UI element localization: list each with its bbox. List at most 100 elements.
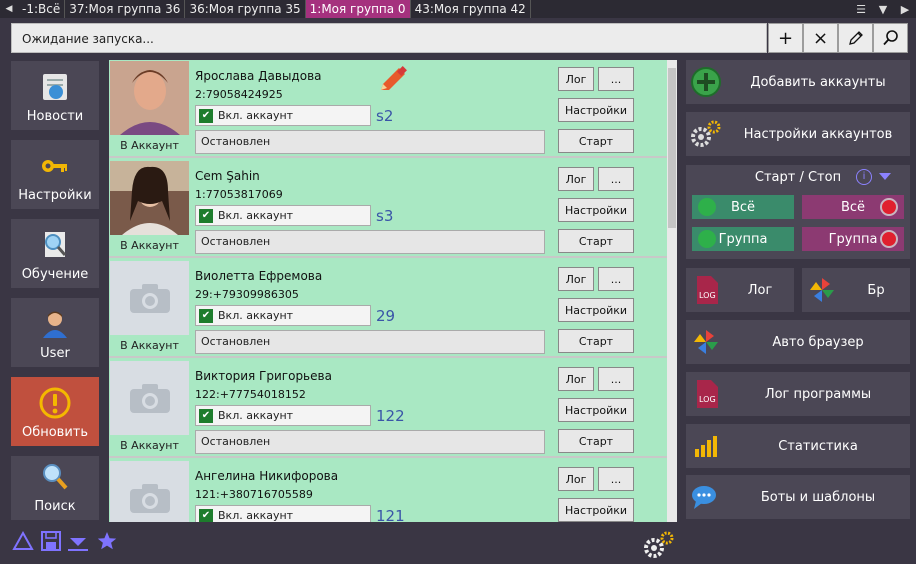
magnifier-doc-icon [39, 229, 71, 261]
tab-bar: ◀ -1:Всё 37:Моя группа 36 36:Моя группа … [0, 0, 916, 18]
nav-user-label: User [40, 346, 70, 361]
more-button[interactable]: ... [598, 467, 634, 491]
caret-down-icon[interactable] [879, 173, 891, 180]
account-group: 121 [376, 507, 405, 522]
nav-update[interactable]: Обновить [11, 377, 99, 446]
pinwheel-icon [802, 276, 842, 304]
program-log-button[interactable]: LOG Лог программы [686, 372, 910, 416]
account-settings-button[interactable]: Настройки [558, 398, 634, 422]
triangle-icon[interactable] [12, 530, 34, 552]
log-panel-button[interactable]: LOG Лог [686, 268, 794, 312]
log-button[interactable]: Лог [558, 467, 594, 491]
pencil-icon [848, 31, 863, 45]
enable-account-checkbox[interactable]: ✔ Вкл. аккаунт [195, 105, 371, 126]
tab-all[interactable]: -1:Всё [18, 0, 66, 18]
clear-button[interactable]: × [803, 23, 838, 53]
account-settings-button[interactable]: Настройки [558, 198, 634, 222]
statistics-button[interactable]: Статистика [686, 424, 910, 468]
log-button[interactable]: Лог [558, 67, 594, 91]
tab-menu-icon[interactable]: ☰ [850, 3, 872, 16]
auto-browser-button[interactable]: Авто браузер [686, 320, 910, 364]
account-row: Ангелина Никифорова 121:+380716705589 ✔ В… [109, 460, 667, 522]
browser-button[interactable]: Бр [802, 268, 910, 312]
nav-learning[interactable]: Обучение [11, 219, 99, 288]
avatar [110, 261, 189, 335]
tab-scroll-right-icon[interactable]: ▶ [894, 3, 916, 16]
tab-group-42[interactable]: 43:Моя группа 42 [411, 0, 531, 18]
log-button[interactable]: Лог [558, 167, 594, 191]
more-button[interactable]: ... [598, 167, 634, 191]
add-button[interactable]: + [768, 23, 803, 53]
nav-settings[interactable]: Настройки [11, 140, 99, 209]
bar-chart-icon [686, 433, 726, 459]
user-icon [39, 308, 71, 340]
account-name: Ярослава Давыдова [195, 69, 322, 83]
log-button[interactable]: Лог [558, 367, 594, 391]
log-file-icon: LOG [686, 274, 726, 306]
info-icon[interactable]: i [856, 169, 872, 185]
nav-learning-label: Обучение [21, 267, 89, 282]
tab-scroll-left-icon[interactable]: ◀ [0, 4, 18, 14]
start-group-button[interactable]: Группа [692, 227, 794, 251]
save-icon[interactable] [40, 530, 62, 552]
add-accounts-button[interactable]: Добавить аккаунты [686, 60, 910, 104]
scrollbar-thumb[interactable] [668, 68, 676, 228]
nav-news[interactable]: Новости [11, 61, 99, 130]
account-group: 29 [376, 307, 396, 325]
search-button[interactable] [873, 23, 908, 53]
chat-bubbles-icon [686, 483, 726, 511]
start-button[interactable]: Старт [558, 329, 634, 353]
close-icon: × [812, 27, 829, 49]
in-account-button[interactable]: В Аккаунт [110, 336, 189, 356]
nav-search[interactable]: Поиск [11, 456, 99, 520]
stop-group-button[interactable]: Группа [802, 227, 904, 251]
account-phone: 2:79058424925 [195, 88, 283, 101]
account-group: 122 [376, 407, 405, 425]
account-row: В Аккаунт Виолетта Ефремова 29:+79309986… [109, 260, 667, 358]
star-icon[interactable] [96, 530, 118, 552]
enable-account-label: Вкл. аккаунт [218, 309, 294, 322]
tab-group-35[interactable]: 36:Моя группа 35 [185, 0, 306, 18]
account-settings-panel-button[interactable]: Настройки аккаунтов [686, 112, 910, 156]
check-icon: ✔ [199, 208, 213, 223]
account-settings-button[interactable]: Настройки [558, 98, 634, 122]
account-settings-button[interactable]: Настройки [558, 298, 634, 322]
stop-all-button[interactable]: Всё [802, 195, 904, 219]
account-group: s2 [376, 107, 394, 125]
account-phone: 122:+77754018152 [195, 388, 306, 401]
pencil-icon[interactable] [377, 66, 409, 94]
in-account-button[interactable]: В Аккаунт [110, 136, 189, 156]
tab-group-36[interactable]: 37:Моя группа 36 [65, 0, 186, 18]
enable-account-checkbox[interactable]: ✔ Вкл. аккаунт [195, 205, 371, 226]
in-account-button[interactable]: В Аккаунт [110, 236, 189, 256]
check-icon: ✔ [199, 508, 213, 522]
enable-account-checkbox[interactable]: ✔ Вкл. аккаунт [195, 405, 371, 426]
list-scrollbar[interactable] [667, 60, 677, 522]
gears-icon[interactable] [642, 530, 676, 560]
program-log-label: Лог программы [764, 386, 872, 402]
caret-down-icon[interactable] [66, 530, 90, 552]
account-name: Ангелина Никифорова [195, 469, 339, 483]
log-button[interactable]: Лог [558, 267, 594, 291]
stop-group-label: Группа [828, 231, 878, 247]
more-button[interactable]: ... [598, 367, 634, 391]
nav-user[interactable]: User [11, 298, 99, 367]
search-icon [882, 30, 898, 46]
in-account-button[interactable]: В Аккаунт [110, 436, 189, 456]
enable-account-checkbox[interactable]: ✔ Вкл. аккаунт [195, 305, 371, 326]
start-button[interactable]: Старт [558, 429, 634, 453]
edit-button[interactable] [838, 23, 873, 53]
plus-icon: + [777, 27, 794, 49]
enable-account-checkbox[interactable]: ✔ Вкл. аккаунт [195, 505, 371, 522]
bots-templates-button[interactable]: Боты и шаблоны [686, 475, 910, 519]
search-icon [39, 461, 71, 493]
start-button[interactable]: Старт [558, 229, 634, 253]
start-all-button[interactable]: Всё [692, 195, 794, 219]
more-button[interactable]: ... [598, 67, 634, 91]
tab-dropdown-icon[interactable]: ▼ [872, 3, 894, 16]
start-button[interactable]: Старт [558, 129, 634, 153]
account-list: В Аккаунт Ярослава Давыдова 2:7905842492… [109, 60, 667, 522]
tab-group-0[interactable]: 1:Моя группа 0 [305, 0, 411, 18]
account-settings-button[interactable]: Настройки [558, 498, 634, 522]
more-button[interactable]: ... [598, 267, 634, 291]
